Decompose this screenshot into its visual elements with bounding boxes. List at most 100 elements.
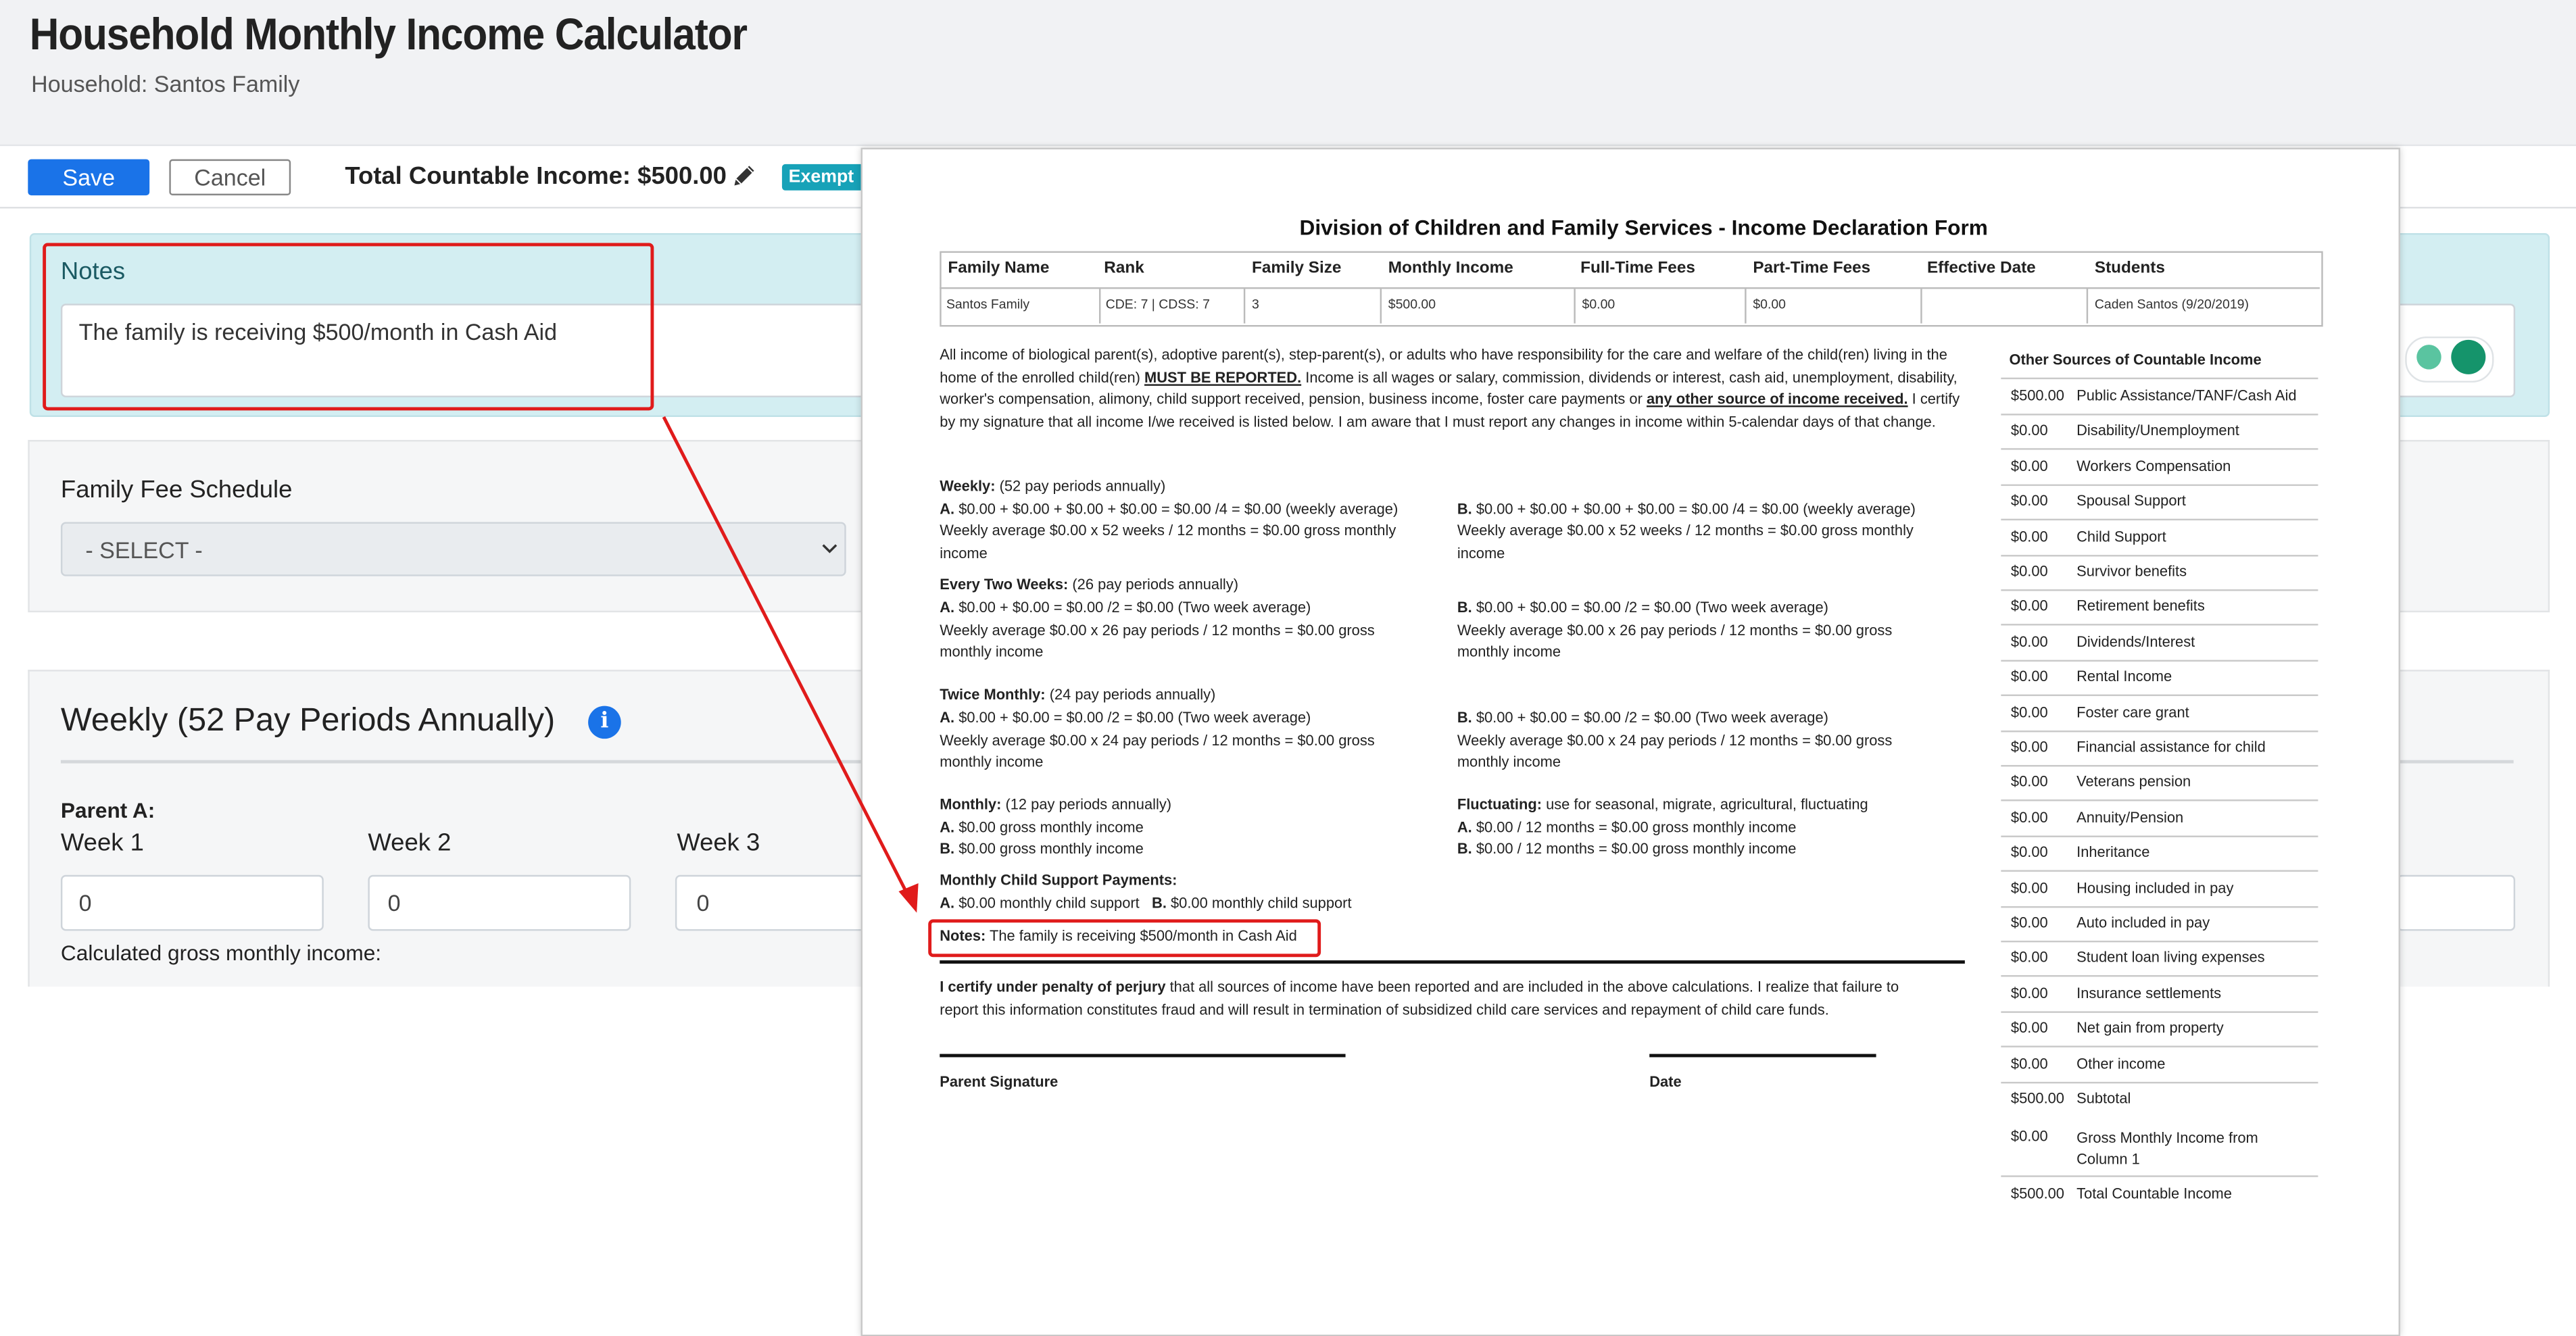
grammarly-assist-dot xyxy=(2416,345,2441,370)
biweekly-section-heading: Every Two Weeks: (26 pay periods annuall… xyxy=(940,574,1238,597)
total-countable-row: $500.00 Total Countable Income xyxy=(2001,1185,2318,1208)
other-source-label: Public Assistance/TANF/Cash Aid xyxy=(2076,387,2297,404)
week-1-input[interactable] xyxy=(60,874,324,931)
twice-heading: Twice Monthly: xyxy=(940,686,1046,703)
week-2-value: 0 xyxy=(387,889,401,916)
weekly-a-line-3: income xyxy=(940,545,988,562)
week-4-input[interactable] xyxy=(2397,874,2516,931)
table-header: Rank xyxy=(1104,259,1144,278)
parent-signature-label: Parent Signature xyxy=(940,1073,1059,1091)
other-source-label: Rental Income xyxy=(2076,668,2172,685)
total-countable-income: Total Countable Income: $500.00 xyxy=(345,162,727,191)
biweekly-a-calc: $0.00 + $0.00 = $0.00 /2 = $0.00 (Two we… xyxy=(958,599,1311,616)
intro-must-report: MUST BE REPORTED. xyxy=(1144,368,1302,385)
other-source-label: Net gain from property xyxy=(2076,1020,2224,1037)
twice-b-line-2: Weekly average $0.00 x 24 pay periods / … xyxy=(1457,732,1893,749)
twice-a-line: A. $0.00 + $0.00 = $0.00 /2 = $0.00 (Two… xyxy=(940,708,1311,730)
other-source-amount: $0.00 xyxy=(2010,1055,2048,1072)
gross-monthly-row: $0.00 Gross Monthly Income from Column 1 xyxy=(2001,1128,2318,1177)
save-button[interactable]: Save xyxy=(28,159,150,196)
child-support-heading: Monthly Child Support Payments: xyxy=(940,871,1177,889)
biweekly-b-line-3: monthly income xyxy=(1457,643,1561,660)
other-source-amount: $0.00 xyxy=(2010,457,2048,474)
other-source-label: Workers Compensation xyxy=(2076,457,2231,474)
other-source-row: $0.00 Child Support xyxy=(2001,528,2318,556)
table-cell: Santos Family xyxy=(946,297,1030,312)
other-source-amount: $0.00 xyxy=(2010,844,2048,861)
certify-line-2: report this information constitutes frau… xyxy=(940,1001,1829,1018)
cancel-button[interactable]: Cancel xyxy=(169,159,291,196)
other-sources-title: Other Sources of Countable Income xyxy=(2009,351,2262,368)
other-source-row: $0.00 Workers Compensation xyxy=(2001,457,2318,486)
week-2-input[interactable] xyxy=(368,874,631,931)
table-col-divider xyxy=(1243,289,1246,324)
table-col-divider xyxy=(1745,289,1747,324)
table-header: Family Size xyxy=(1252,259,1342,278)
other-sources-divider xyxy=(2001,835,2318,837)
other-sources-divider xyxy=(2001,1045,2318,1048)
table-header: Students xyxy=(2094,259,2165,278)
other-source-amount: $0.00 xyxy=(2010,633,2048,650)
table-cell: $0.00 xyxy=(1753,297,1787,312)
other-sources-divider xyxy=(2001,414,2318,416)
other-sources-divider xyxy=(2001,1175,2318,1177)
other-source-label: Dividends/Interest xyxy=(2076,633,2195,650)
label-b: B. xyxy=(940,840,955,858)
fluctuating-a-calc: $0.00 / 12 months = $0.00 gross monthly … xyxy=(1476,819,1797,836)
twice-a-calc: $0.00 + $0.00 = $0.00 /2 = $0.00 (Two we… xyxy=(958,709,1311,726)
exempt-badge[interactable]: Exempt xyxy=(781,164,865,191)
other-source-amount: $500.00 xyxy=(2010,387,2065,404)
other-source-label: Housing included in pay xyxy=(2076,879,2234,896)
document-divider xyxy=(940,960,1965,964)
biweekly-heading-note: (26 pay periods annually) xyxy=(1068,576,1239,593)
other-sources-divider xyxy=(2001,554,2318,556)
other-sources-divider xyxy=(2001,519,2318,521)
date-label: Date xyxy=(1649,1073,1682,1091)
page-title: Household Monthly Income Calculator xyxy=(29,9,748,59)
other-source-label: Spousal Support xyxy=(2076,493,2186,510)
biweekly-a-line-3: monthly income xyxy=(940,643,1044,660)
other-source-row: $0.00 Disability/Unemployment xyxy=(2001,422,2318,451)
other-source-row: $500.00 Subtotal xyxy=(2001,1090,2318,1113)
certify-heading: I certify under penalty of perjury xyxy=(940,978,1166,995)
twice-b-calc: $0.00 + $0.00 = $0.00 /2 = $0.00 (Two we… xyxy=(1476,709,1828,726)
label-a: A. xyxy=(940,500,955,518)
twice-b-line-3: monthly income xyxy=(1457,753,1561,770)
other-sources-divider xyxy=(2001,765,2318,767)
table-col-divider xyxy=(1098,289,1101,324)
twice-b-line: B. $0.00 + $0.00 = $0.00 /2 = $0.00 (Two… xyxy=(1457,708,1828,730)
other-sources-divider xyxy=(2001,1081,2318,1083)
other-source-label: Veterans pension xyxy=(2076,774,2191,791)
other-sources-divider xyxy=(2001,940,2318,943)
other-source-amount: $0.00 xyxy=(2010,703,2048,720)
fluctuating-a-line: A. $0.00 / 12 months = $0.00 gross month… xyxy=(1457,818,1797,840)
fluctuating-section-heading: Fluctuating: use for seasonal, migrate, … xyxy=(1457,795,1868,817)
weekly-section-heading: Weekly: (52 pay periods annually) xyxy=(940,476,1165,498)
stage: Household Monthly Income Calculator Hous… xyxy=(0,0,2576,1336)
income-intro-paragraph: All income of biological parent(s), adop… xyxy=(940,345,1966,434)
other-source-amount: $0.00 xyxy=(2010,1020,2048,1037)
monthly-a-calc: $0.00 gross monthly income xyxy=(958,819,1144,836)
info-icon[interactable]: i xyxy=(588,706,621,739)
label-b: B. xyxy=(1457,599,1472,616)
other-sources-divider xyxy=(2001,800,2318,802)
monthly-section-heading: Monthly: (12 pay periods annually) xyxy=(940,795,1171,817)
notes-highlight-box xyxy=(43,243,654,411)
biweekly-a-line: A. $0.00 + $0.00 = $0.00 /2 = $0.00 (Two… xyxy=(940,597,1311,620)
biweekly-a-line-2: Weekly average $0.00 x 26 pay periods / … xyxy=(940,622,1375,639)
child-support-a: $0.00 monthly child support xyxy=(958,894,1140,912)
table-header: Part-Time Fees xyxy=(1753,259,1871,278)
table-header: Effective Date xyxy=(1926,259,2036,278)
other-source-amount: $0.00 xyxy=(2010,809,2048,826)
fluctuating-b-calc: $0.00 / 12 months = $0.00 gross monthly … xyxy=(1476,840,1797,858)
other-source-row: $0.00 Survivor benefits xyxy=(2001,563,2318,591)
total-countable-amount: $500.00 xyxy=(2010,1185,2065,1202)
pencil-icon[interactable] xyxy=(731,162,758,189)
table-cell: $500.00 xyxy=(1388,297,1436,312)
other-source-row: $0.00 Housing included in pay xyxy=(2001,879,2318,908)
other-sources-divider xyxy=(2001,484,2318,486)
other-source-amount: $0.00 xyxy=(2010,422,2048,439)
certify-text: that all sources of income have been rep… xyxy=(1165,978,1899,995)
other-source-label: Insurance settlements xyxy=(2076,985,2222,1001)
gross-monthly-label-2: Column 1 xyxy=(2076,1150,2140,1168)
